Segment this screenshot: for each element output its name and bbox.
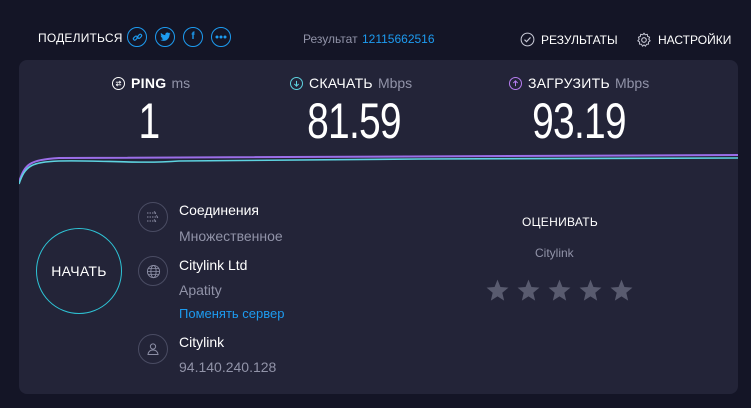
settings-label: НАСТРОЙКИ: [658, 33, 732, 47]
download-label: СКАЧАТЬ: [309, 75, 373, 91]
results-panel: PING ms 1 СКАЧАТЬ Mbps 81.59 ЗАГРУЗИТЬ M…: [19, 60, 738, 394]
result-label: Результат: [303, 32, 358, 46]
user-isp: Citylink: [179, 334, 225, 350]
star-3-icon[interactable]: [547, 278, 572, 303]
star-5-icon[interactable]: [609, 278, 634, 303]
rating-stars: [485, 278, 640, 303]
server-city: Apatity: [179, 282, 222, 298]
connections-icon: [138, 202, 168, 232]
user-icon: [138, 334, 168, 364]
top-bar: ПОДЕЛИТЬСЯ f Результат 12115662516 РЕЗУЛ…: [0, 0, 751, 60]
ping-label: PING: [131, 75, 167, 91]
upload-value: 93.19: [532, 93, 626, 149]
share-twitter-button[interactable]: [155, 27, 175, 47]
result-id-link[interactable]: 12115662516: [362, 32, 435, 46]
share-label: ПОДЕЛИТЬСЯ: [38, 31, 123, 45]
user-ip: 94.140.240.128: [179, 359, 277, 375]
upload-arrow-icon: [509, 76, 522, 90]
connections-title: Соединения: [179, 202, 260, 218]
rate-title: ОЦЕНИВАТЬ: [522, 215, 599, 229]
server-isp: Citylink Ltd: [179, 257, 248, 273]
results-nav-button[interactable]: РЕЗУЛЬТАТЫ: [520, 32, 618, 47]
download-value: 81.59: [307, 93, 401, 149]
twitter-icon: [159, 32, 171, 41]
results-label: РЕЗУЛЬТАТЫ: [541, 32, 618, 47]
start-button-label: НАЧАТЬ: [51, 263, 107, 279]
start-button[interactable]: НАЧАТЬ: [36, 228, 122, 314]
ping-icon: [112, 76, 125, 90]
ping-value: 1: [138, 93, 161, 149]
check-circle-icon: [520, 32, 535, 47]
star-2-icon[interactable]: [516, 278, 541, 303]
rate-isp: Citylink: [535, 246, 574, 260]
download-arrow-icon: [290, 76, 303, 90]
share-facebook-button[interactable]: f: [183, 27, 203, 47]
speed-graph: [19, 154, 738, 185]
globe-icon: [138, 256, 168, 286]
link-icon: [132, 33, 142, 41]
ping-unit: ms: [171, 75, 191, 91]
upload-header: ЗАГРУЗИТЬ Mbps: [509, 75, 649, 91]
gear-icon: [637, 32, 651, 47]
upload-label: ЗАГРУЗИТЬ: [528, 75, 610, 91]
ping-header: PING ms: [112, 75, 190, 91]
settings-nav-button[interactable]: НАСТРОЙКИ: [636, 32, 731, 48]
facebook-icon: f: [191, 31, 195, 42]
download-unit: Mbps: [377, 75, 413, 91]
download-speed-line: [19, 157, 738, 185]
change-server-link[interactable]: Поменять сервер: [179, 306, 284, 321]
star-1-icon[interactable]: [485, 278, 510, 303]
share-more-button[interactable]: [211, 27, 231, 47]
more-icon: [215, 35, 227, 39]
download-header: СКАЧАТЬ Mbps: [290, 75, 412, 91]
upload-unit: Mbps: [614, 75, 650, 91]
star-4-icon[interactable]: [578, 278, 603, 303]
connections-value[interactable]: Множественное: [179, 228, 283, 244]
share-link-button[interactable]: [127, 27, 147, 47]
